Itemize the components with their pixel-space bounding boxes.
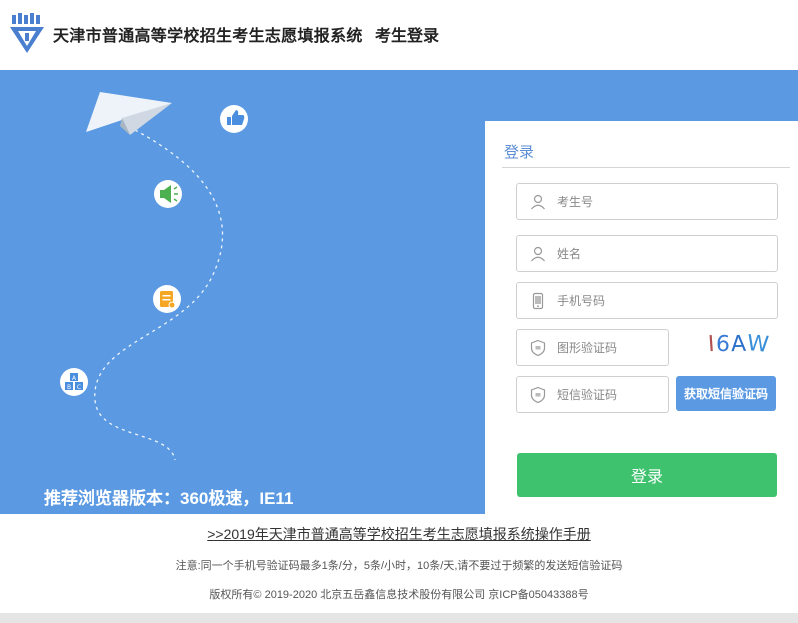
bottom-bar (0, 613, 798, 623)
sms-code-input[interactable] (557, 377, 660, 412)
sms-notice: 注意:同一个手机号验证码最多1条/分，5条/小时，10条/天,请不要过于频繁的发… (175, 560, 623, 572)
image-code-input[interactable] (557, 330, 660, 365)
name-input[interactable] (557, 236, 769, 271)
captcha-image[interactable]: I6AW (707, 331, 778, 362)
sms-code-field[interactable] (516, 376, 669, 413)
login-title: 登录 (504, 144, 535, 161)
captcha-char: A (730, 331, 747, 358)
header: 天津市普通高等学校招生考生志愿填报系统 考生登录 (0, 0, 798, 70)
logo-icon (10, 13, 44, 53)
user-icon (531, 246, 545, 262)
exam-number-field[interactable] (516, 183, 778, 220)
login-panel: 登录 考生号 姓名 手机号码 图形验证码 I6AW 短信验证码 获取短信验证码 … (485, 121, 798, 514)
mobile-phone-icon (532, 292, 544, 310)
system-title: 天津市普通高等学校招生考生志愿填报系统 (53, 28, 363, 45)
operation-manual-link[interactable]: >>2019年天津市普通高等学校招生考生志愿填报系统操作手册 (0, 524, 798, 544)
captcha-char: W (745, 331, 771, 358)
browser-recommendation: 推荐浏览器版本：360极速，IE11 (44, 489, 294, 508)
exam-number-input[interactable] (557, 184, 769, 219)
phone-field[interactable] (516, 282, 778, 319)
user-icon (531, 194, 545, 210)
captcha-char: 6 (714, 331, 732, 358)
document-icon (153, 285, 181, 313)
get-sms-code-button[interactable]: 获取短信验证码 (676, 376, 776, 411)
thumbs-up-icon (220, 105, 248, 133)
hero-banner: A B C 推荐浏览器版本：360极速，IE11 登录 考生号 姓名 手机号码 … (0, 70, 798, 514)
hero-decoration: A B C (60, 92, 248, 461)
shield-icon (530, 386, 546, 404)
copyright-text: 版权所有© 2019-2020 北京五岳鑫信息技术股份有限公司 京ICP备050… (209, 589, 589, 601)
image-code-field[interactable] (516, 329, 669, 366)
login-button[interactable]: 登录 (517, 453, 777, 497)
svg-text:B: B (67, 384, 71, 391)
paper-plane-icon (86, 92, 172, 135)
page-subtitle: 考生登录 (375, 28, 440, 45)
shield-icon (530, 339, 546, 357)
name-field[interactable] (516, 235, 778, 272)
abc-blocks-icon: A B C (60, 368, 88, 396)
phone-input[interactable] (557, 283, 769, 318)
svg-text:C: C (77, 384, 81, 391)
login-divider (502, 167, 790, 168)
megaphone-icon (154, 180, 182, 208)
